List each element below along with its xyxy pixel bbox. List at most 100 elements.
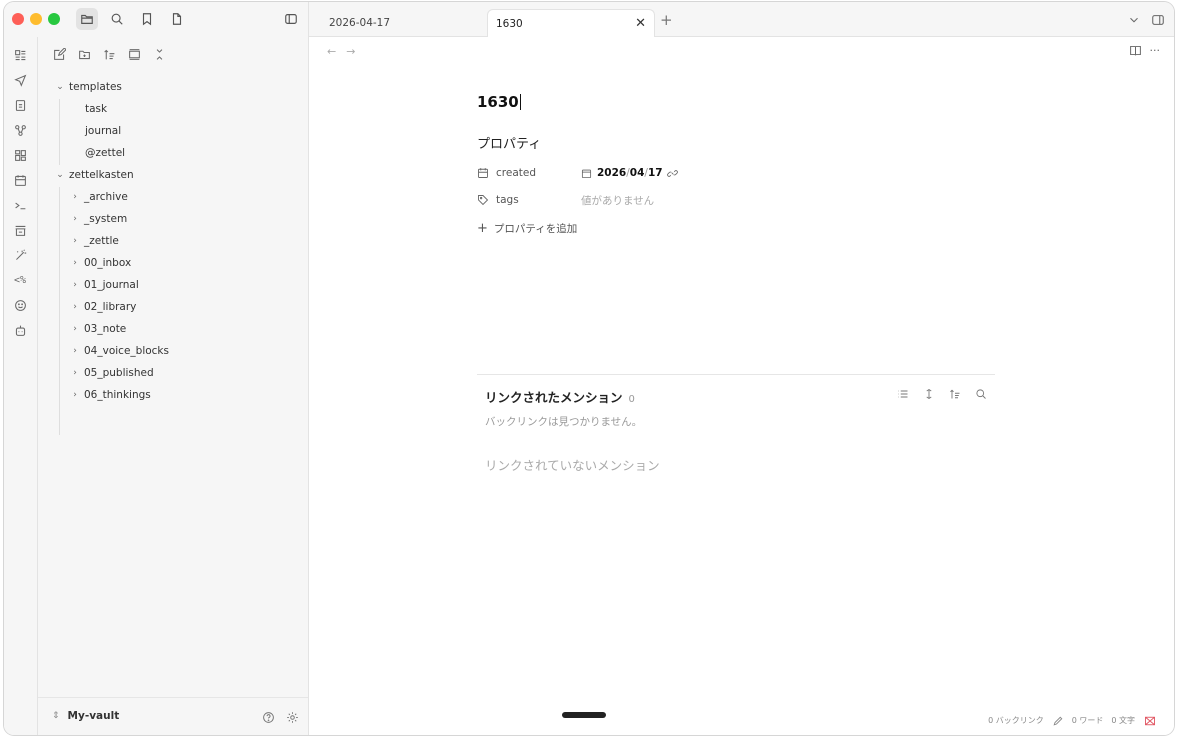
more-options-icon[interactable]: ··· — [1150, 44, 1161, 57]
sidebar-footer: ⇕ My-vault — [38, 697, 308, 735]
tree-guide — [59, 99, 60, 165]
new-tab-icon[interactable]: + — [660, 11, 673, 29]
terminal-icon[interactable] — [11, 196, 29, 214]
new-note-icon[interactable] — [50, 45, 68, 63]
note-title[interactable]: 1630 — [477, 93, 521, 111]
forward-arrow-icon[interactable]: → — [346, 45, 355, 58]
vault-switcher[interactable]: ⇕ My-vault — [52, 710, 119, 722]
folder-01-journal[interactable]: › 01_journal — [69, 275, 139, 295]
tab-2026-04-17[interactable]: 2026-04-17 — [329, 9, 390, 37]
sidebar-toolbar — [4, 2, 309, 37]
add-property-button[interactable]: + プロパティを追加 — [477, 221, 577, 236]
property-value-date[interactable]: 2026/04/17 — [581, 167, 678, 179]
expand-icon[interactable] — [923, 388, 935, 400]
sort-icon[interactable] — [949, 388, 961, 400]
backlinks-divider — [477, 374, 995, 375]
calendar-small-icon — [581, 169, 592, 178]
folder-06-thinkings[interactable]: › 06_thinkings — [69, 385, 151, 405]
folder-00-inbox[interactable]: › 00_inbox — [69, 253, 131, 273]
home-indicator — [562, 712, 606, 718]
back-arrow-icon[interactable]: ← — [327, 45, 336, 58]
link-icon[interactable] — [666, 168, 678, 179]
folder-04-voice-blocks[interactable]: › 04_voice_blocks — [69, 341, 169, 361]
chevron-right-icon: › — [73, 192, 77, 202]
canvas-icon[interactable] — [11, 146, 29, 164]
property-tags[interactable]: tags 値がありません — [477, 191, 654, 209]
no-backlinks-message: バックリンクは見つかりません。 — [485, 416, 643, 428]
dashboard-icon[interactable] — [11, 46, 29, 64]
file-icon[interactable] — [166, 8, 188, 30]
folder-zettle[interactable]: › _zettle — [69, 231, 119, 251]
collapse-all-icon[interactable] — [150, 45, 168, 63]
chevron-right-icon: › — [73, 214, 77, 224]
help-icon[interactable] — [260, 709, 276, 725]
auto-reveal-icon[interactable] — [125, 45, 143, 63]
folder-03-note[interactable]: › 03_note — [69, 319, 126, 339]
file-task[interactable]: task — [85, 99, 107, 119]
file-explorer-toolbar — [50, 45, 168, 63]
tree-guide — [59, 187, 60, 435]
search-icon[interactable] — [975, 388, 987, 400]
folder-system[interactable]: › _system — [69, 209, 127, 229]
backlinks-tools — [897, 388, 987, 400]
linked-mentions-count: 0 — [628, 394, 635, 405]
property-key[interactable]: created — [477, 167, 581, 179]
property-key[interactable]: tags — [477, 194, 581, 206]
sync-error-icon[interactable] — [1143, 714, 1156, 727]
close-tab-icon[interactable]: ✕ — [635, 16, 646, 31]
folder-templates[interactable]: ⌄ templates — [54, 77, 122, 97]
reading-view-icon[interactable] — [1129, 44, 1142, 57]
new-folder-icon[interactable] — [75, 45, 93, 63]
search-icon[interactable] — [106, 8, 128, 30]
chevron-right-icon: › — [73, 258, 77, 268]
close-window-button[interactable] — [12, 13, 24, 25]
list-icon[interactable] — [897, 388, 909, 400]
magic-wand-icon[interactable] — [11, 246, 29, 264]
property-value-empty[interactable]: 値がありません — [581, 193, 654, 208]
status-bar: 0 バックリンク 0 ワード 0 文字 — [988, 714, 1156, 727]
send-icon[interactable] — [11, 71, 29, 89]
status-backlinks[interactable]: 0 バックリンク — [988, 715, 1044, 726]
zoom-window-button[interactable] — [48, 13, 60, 25]
calendar-icon — [478, 168, 488, 178]
chevron-right-icon: › — [73, 236, 77, 246]
minimize-window-button[interactable] — [30, 13, 42, 25]
right-sidebar-toggle-icon[interactable] — [1150, 12, 1166, 28]
file-zettel[interactable]: @zettel — [85, 143, 125, 163]
tab-1630[interactable]: 1630 ✕ — [487, 9, 655, 37]
unlinked-mentions-heading[interactable]: リンクされていないメンション — [485, 455, 660, 474]
document-icon[interactable] — [11, 96, 29, 114]
folder-05-published[interactable]: › 05_published — [69, 363, 154, 383]
sort-icon[interactable] — [100, 45, 118, 63]
graph-icon[interactable] — [11, 121, 29, 139]
tab-list-chevron-icon[interactable] — [1126, 12, 1142, 28]
sidebar-toggle-icon[interactable] — [280, 8, 302, 30]
file-explorer-icon[interactable] — [76, 8, 98, 30]
pencil-icon[interactable] — [1052, 715, 1064, 727]
smiley-icon[interactable] — [11, 296, 29, 314]
chevron-updown-icon: ⇕ — [52, 711, 60, 721]
templater-icon[interactable]: <% — [11, 271, 29, 289]
calendar-icon[interactable] — [11, 171, 29, 189]
chevron-right-icon: › — [73, 280, 77, 290]
settings-gear-icon[interactable] — [284, 709, 300, 725]
folder-archive[interactable]: › _archive — [69, 187, 128, 207]
linked-mentions-heading[interactable]: リンクされたメンション 0 — [485, 387, 635, 406]
bookmark-icon[interactable] — [136, 8, 158, 30]
chevron-right-icon: › — [73, 346, 77, 356]
folder-zettelkasten[interactable]: ⌄ zettelkasten — [54, 165, 133, 185]
view-actions: ··· — [1129, 44, 1161, 57]
chevron-right-icon: › — [73, 324, 77, 334]
chevron-down-icon: ⌄ — [56, 82, 64, 92]
file-journal[interactable]: journal — [85, 121, 121, 141]
status-word-count: 0 ワード — [1071, 716, 1104, 725]
chevron-right-icon: › — [73, 368, 77, 378]
property-created[interactable]: created 2026/04/17 — [477, 164, 678, 182]
folder-02-library[interactable]: › 02_library — [69, 297, 136, 317]
app-window: <% ⌄ templates task journal @zettel ⌄ ze… — [4, 2, 1174, 735]
tasks-icon[interactable] — [11, 221, 29, 239]
bot-icon[interactable] — [11, 321, 29, 339]
chevron-right-icon: › — [73, 390, 77, 400]
plus-icon: + — [477, 221, 488, 236]
properties-heading: プロパティ — [477, 137, 542, 152]
